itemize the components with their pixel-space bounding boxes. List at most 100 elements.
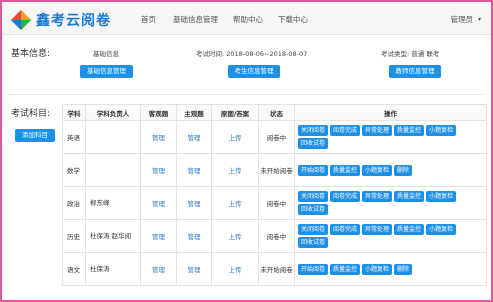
operation-button[interactable]: 质量监控	[394, 191, 425, 202]
upload-link[interactable]: 上传	[211, 186, 259, 220]
teacher-info-button[interactable]: 教师信息管理	[389, 65, 441, 78]
upload-link[interactable]: 上传	[211, 252, 259, 286]
subjective-manage-link-text[interactable]: 管理	[188, 134, 201, 142]
status-cell: 未开始阅卷	[258, 252, 295, 286]
table-header-row: 学科 学科负责人 客观题 主观题 原图/答案 状态 操作	[62, 104, 487, 121]
operation-button[interactable]: 质量监控	[394, 125, 425, 136]
upload-link[interactable]: 上传	[211, 153, 259, 187]
upload-link-text[interactable]: 上传	[229, 134, 242, 142]
operation-button[interactable]: 小题复检	[362, 164, 393, 176]
status-cell-text: 阅卷中	[266, 134, 287, 142]
objective-manage-link-text[interactable]: 管理	[152, 167, 165, 175]
add-subject-button[interactable]: 添加科目	[15, 129, 55, 142]
operation-button[interactable]: 异常处理	[362, 191, 393, 202]
upload-link[interactable]: 上传	[211, 219, 259, 253]
operation-button[interactable]: 小题复检	[426, 191, 457, 202]
operation-button[interactable]: 回收试卷	[298, 204, 329, 215]
objective-manage-link[interactable]: 管理	[140, 120, 177, 154]
upload-link-text[interactable]: 上传	[229, 233, 242, 241]
operation-button[interactable]: 异常处理	[362, 125, 393, 136]
upload-link[interactable]: 上传	[211, 120, 259, 154]
nav-home[interactable]: 首页	[141, 14, 156, 25]
upload-link-text[interactable]: 上传	[229, 200, 242, 208]
responsible-cell-text: 杜保涛 赵华阅	[90, 231, 132, 240]
base-info-text: 基础信息	[93, 50, 119, 58]
operation-button[interactable]: 小题复检	[426, 224, 457, 235]
objective-manage-link[interactable]: 管理	[140, 219, 177, 253]
operation-button[interactable]: 回收试卷	[298, 237, 329, 248]
examinee-info-button[interactable]: 考生信息管理	[228, 65, 280, 78]
operation-button[interactable]: 开始阅卷	[298, 164, 329, 176]
upload-link-text[interactable]: 上传	[229, 266, 242, 274]
status-cell: 阅卷中	[258, 186, 295, 220]
nav-help[interactable]: 帮助中心	[233, 14, 263, 25]
nav-basic-info[interactable]: 基础信息管理	[173, 14, 218, 25]
objective-manage-link[interactable]: 管理	[140, 153, 177, 187]
subject-cell: 数学	[62, 153, 86, 187]
operations-cell: 关闭阅卷 阅卷完成 异常处理 质量监控 小题复检回收试卷	[294, 219, 487, 253]
status-cell: 未开始阅卷	[258, 153, 295, 187]
operation-button[interactable]: 小题复检	[362, 263, 393, 275]
objective-manage-link[interactable]: 管理	[140, 186, 177, 220]
subjective-manage-link-text[interactable]: 管理	[188, 266, 201, 274]
operations-cell: 开始阅卷 质量监控 小题复检 删除	[294, 252, 487, 286]
subjective-manage-link-text[interactable]: 管理	[188, 167, 201, 175]
subjective-manage-link-text[interactable]: 管理	[188, 200, 201, 208]
operation-button[interactable]: 质量监控	[330, 164, 361, 176]
objective-manage-link[interactable]: 管理	[140, 252, 177, 286]
operation-button[interactable]: 异常处理	[362, 224, 393, 235]
subject-cell: 语文	[62, 252, 86, 286]
operation-button[interactable]: 质量监控	[330, 263, 361, 275]
operations-cell: 关闭阅卷 阅卷完成 异常处理 质量监控 小题复检回收试卷	[294, 186, 487, 220]
operation-button[interactable]: 阅卷完成	[330, 191, 361, 202]
operation-button[interactable]: 小题复检	[426, 125, 457, 136]
upload-link-text[interactable]: 上传	[229, 167, 242, 175]
col-status: 状态	[258, 104, 295, 121]
nav-download[interactable]: 下载中心	[278, 14, 308, 25]
operation-button[interactable]: 关闭阅卷	[298, 224, 329, 235]
responsible-cell	[85, 120, 141, 154]
operation-button[interactable]: 关闭阅卷	[298, 191, 329, 202]
subject-cell-text: 语文	[67, 266, 80, 274]
responsible-cell	[85, 153, 141, 187]
exam-time-text: 考试时间: 2018-08-06~2018-08-07	[196, 50, 308, 58]
operation-button[interactable]: 阅卷完成	[330, 224, 361, 235]
operation-button[interactable]: 开始阅卷	[298, 263, 329, 275]
status-cell: 阅卷中	[258, 219, 295, 253]
status-cell: 阅卷中	[258, 120, 295, 154]
table-row: 英语 管理 管理 上传 阅卷中 关闭阅卷 阅卷完成 异常处理 质量监控 小题复检回收试卷	[62, 120, 487, 154]
objective-manage-link-text[interactable]: 管理	[152, 233, 165, 241]
subjective-manage-link-text[interactable]: 管理	[188, 233, 201, 241]
operation-button[interactable]: 阅卷完成	[330, 125, 361, 136]
responsible-cell-text: 柳东峰	[90, 198, 110, 207]
table-row: 政治 柳东峰 管理 管理 上传 阅卷中 关闭阅卷 阅卷完成 异常处理 质量监控 小题复检回收试卷	[62, 186, 487, 220]
operation-button[interactable]: 关闭阅卷	[298, 125, 329, 136]
subjective-manage-link[interactable]: 管理	[176, 186, 212, 220]
operation-button[interactable]: 回收试卷	[298, 138, 329, 149]
col-responsible: 学科负责人	[85, 104, 141, 121]
subjective-manage-link[interactable]: 管理	[176, 120, 212, 154]
top-header: 鑫考云阅卷 首页 基础信息管理 帮助中心 下载中心 管理员 ▾	[2, 2, 491, 35]
operation-button[interactable]: 删除	[394, 263, 413, 275]
base-info-button[interactable]: 基础信息管理	[80, 65, 133, 78]
subject-cell: 英语	[62, 120, 86, 154]
operation-button[interactable]: 删除	[394, 164, 413, 176]
status-cell-text: 阅卷中	[266, 200, 287, 208]
subjective-manage-link[interactable]: 管理	[176, 252, 212, 286]
objective-manage-link-text[interactable]: 管理	[152, 200, 165, 208]
chevron-down-icon[interactable]: ▾	[478, 16, 481, 23]
objective-manage-link-text[interactable]: 管理	[152, 266, 165, 274]
subjective-manage-link[interactable]: 管理	[176, 153, 212, 187]
operations-cell: 开始阅卷 质量监控 小题复检 删除	[294, 153, 487, 187]
subjective-manage-link[interactable]: 管理	[176, 219, 212, 253]
user-menu[interactable]: 管理员	[451, 14, 474, 25]
table-row: 语文 杜保涛 管理 管理 上传 未开始阅卷 开始阅卷 质量监控 小题复检 删除	[62, 252, 487, 286]
responsible-cell-text: 杜保涛	[90, 264, 110, 273]
operations-cell: 关闭阅卷 阅卷完成 异常处理 质量监控 小题复检回收试卷	[294, 120, 487, 154]
subject-cell: 历史	[62, 219, 86, 253]
operation-button[interactable]: 质量监控	[394, 224, 425, 235]
objective-manage-link-text[interactable]: 管理	[152, 134, 165, 142]
section-divider	[10, 94, 483, 95]
subject-cell-text: 政治	[67, 200, 80, 208]
table-row: 历史 杜保涛 赵华阅 管理 管理 上传 阅卷中 关闭阅卷 阅卷完成 异常处理 质量监控 小题复检回收…	[62, 219, 487, 253]
